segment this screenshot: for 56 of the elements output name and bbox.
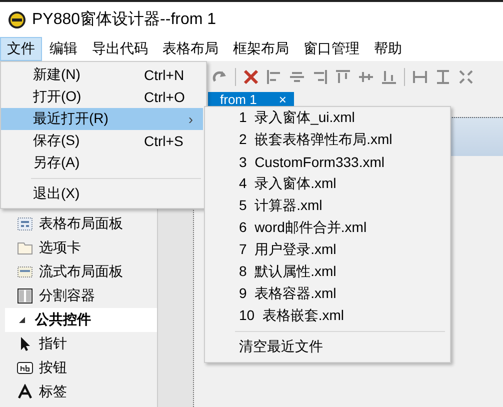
align-bottom-icon[interactable] [381, 68, 397, 84]
menu-item[interactable]: 窗口管理 [296, 37, 366, 61]
menu-item[interactable]: 9 表格容器.xml [205, 283, 447, 305]
toolbox-item[interactable]: 选项卡 [39, 239, 81, 257]
menu-item[interactable]: 7 用户登录.xml [205, 239, 447, 261]
toolbox-item[interactable]: 表格布局面板 [39, 215, 123, 233]
shortcut-label: Ctrl+S [144, 133, 184, 149]
redo-icon[interactable] [212, 68, 228, 84]
align-left-icon[interactable] [266, 68, 282, 84]
menu-item[interactable]: 另存(A) [1, 152, 203, 174]
menu-item[interactable]: 8 默认属性.xml [205, 261, 447, 283]
menu-item[interactable]: 5 计算器.xml [205, 195, 447, 217]
folder-icon [17, 240, 33, 256]
toolbox-item[interactable]: 标签 [39, 383, 67, 401]
menu-item[interactable]: 保存(S) Ctrl+S [1, 130, 203, 152]
menu-item[interactable]: 退出(X) [1, 183, 203, 205]
menu-item[interactable]: 表格布局 [156, 37, 226, 61]
menu-item[interactable]: 导出代码 [85, 37, 155, 61]
align-top-icon[interactable] [335, 68, 351, 84]
menu-item[interactable]: 2 嵌套表格弹性布局.xml [205, 129, 447, 151]
same-height-icon[interactable] [435, 68, 451, 84]
menu-item[interactable]: 打开(O) Ctrl+O [1, 86, 203, 108]
expand-icon[interactable] [458, 68, 474, 84]
toolbox-item[interactable]: 按钮 [39, 359, 67, 377]
shortcut-label: Ctrl+O [144, 89, 185, 105]
toolbox-item[interactable]: 分割容器 [39, 287, 95, 305]
letter-icon [17, 384, 33, 400]
menu-item[interactable]: 1 录入窗体_ui.xml [205, 107, 447, 129]
collapse-arrow-icon[interactable] [19, 317, 25, 323]
app-logo-icon [8, 10, 26, 28]
shortcut-label: Ctrl+N [144, 67, 184, 83]
menu-item[interactable]: 帮助 [367, 37, 409, 61]
document-tab[interactable]: from 1 × [208, 92, 294, 107]
window-title: PY880窗体设计器--from 1 [32, 10, 216, 30]
close-icon[interactable]: × [278, 92, 286, 106]
split-panel-icon [17, 288, 33, 304]
menu-item[interactable]: 6 word邮件合并.xml [205, 217, 447, 239]
menu-item[interactable]: 编辑 [42, 37, 84, 61]
delete-icon[interactable] [243, 68, 259, 84]
menu-item[interactable]: 清空最近文件 [205, 336, 447, 358]
menu-item[interactable]: 框架布局 [226, 37, 296, 61]
toolbox-item[interactable]: 指针 [39, 335, 67, 353]
tab-label: from 1 [220, 92, 257, 106]
same-width-icon[interactable] [412, 68, 428, 84]
toolbox-item[interactable]: 流式布局面板 [39, 263, 123, 281]
menu-item[interactable]: 3 CustomForm333.xml [205, 151, 447, 173]
menu-item[interactable]: 10 表格嵌套.xml [205, 305, 447, 327]
table-panel-icon [17, 216, 33, 232]
flow-panel-icon [17, 264, 33, 280]
align-right-icon[interactable] [312, 68, 328, 84]
menu-item[interactable]: 最近打开(R) › [1, 108, 203, 130]
menu-item[interactable]: 新建(N) Ctrl+N [1, 64, 203, 86]
submenu-arrow-icon: › [188, 111, 193, 127]
menu-item[interactable]: 文件 [0, 37, 42, 61]
button-icon [17, 360, 33, 376]
menu-item[interactable]: 4 录入窗体.xml [205, 173, 447, 195]
